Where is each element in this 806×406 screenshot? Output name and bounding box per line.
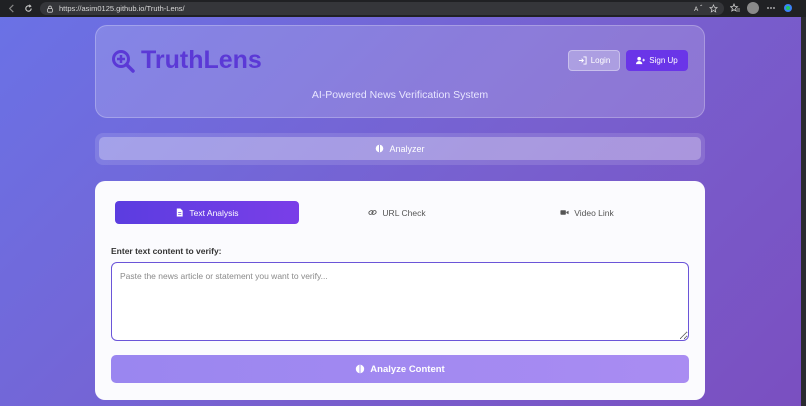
video-icon (560, 210, 569, 215)
tab-text-analysis[interactable]: Text Analysis (115, 201, 299, 224)
more-icon[interactable] (766, 3, 776, 13)
tab-label: Video Link (574, 207, 614, 218)
search-plus-icon (112, 49, 135, 73)
nav-bar: Analyzer (95, 133, 705, 165)
analyze-label: Analyze Content (370, 363, 445, 375)
back-button[interactable] (5, 3, 17, 15)
page-subtitle: AI-Powered News Verification System (311, 89, 489, 101)
analyzer-label: Analyzer (389, 143, 425, 154)
logo[interactable]: TruthLens (111, 46, 262, 75)
user-plus-icon (636, 56, 646, 65)
lock-icon (47, 5, 53, 13)
news-text-input[interactable] (111, 262, 689, 341)
login-button[interactable]: Login (568, 50, 620, 71)
read-aloud-icon[interactable]: A (694, 4, 703, 13)
tab-label: URL Check (382, 207, 426, 218)
reload-button[interactable] (22, 3, 34, 15)
svg-text:A: A (694, 6, 699, 13)
link-icon (368, 210, 378, 215)
logo-text: TruthLens (141, 46, 262, 74)
back-arrow-icon (8, 4, 14, 13)
copilot-icon[interactable] (783, 3, 793, 13)
reload-icon (24, 4, 32, 12)
signup-label: Sign Up (649, 56, 678, 65)
url-text: https://asim0125.github.io/Truth-Lens/ (59, 4, 185, 13)
address-bar[interactable]: https://asim0125.github.io/Truth-Lens/ A (40, 2, 724, 15)
input-mode-tabs: Text Analysis URL Check Video Link (115, 201, 685, 224)
profile-avatar[interactable] (747, 2, 759, 14)
analyze-content-button[interactable]: Analyze Content (111, 355, 689, 383)
text-input-label: Enter text content to verify: (111, 246, 222, 256)
tab-url-check[interactable]: URL Check (305, 201, 489, 224)
auth-buttons: Login Sign Up (568, 50, 688, 71)
brain-icon (376, 144, 384, 153)
favorites-icon[interactable] (730, 3, 740, 13)
header-card: TruthLens Login Sign Up AI-Powered News … (95, 25, 705, 118)
star-icon[interactable] (709, 4, 718, 13)
login-label: Login (590, 56, 611, 65)
browser-side-panel (801, 17, 806, 406)
signup-button[interactable]: Sign Up (626, 50, 688, 71)
tab-label: Text Analysis (189, 207, 239, 218)
document-icon (177, 208, 184, 217)
browser-toolbar: https://asim0125.github.io/Truth-Lens/ A (0, 0, 806, 17)
analyzer-tab[interactable]: Analyzer (99, 137, 701, 160)
analyzer-card: Text Analysis URL Check Video Link Enter… (95, 181, 705, 400)
brain-icon (356, 364, 365, 374)
login-icon (578, 56, 587, 65)
tab-video-link[interactable]: Video Link (495, 201, 679, 224)
